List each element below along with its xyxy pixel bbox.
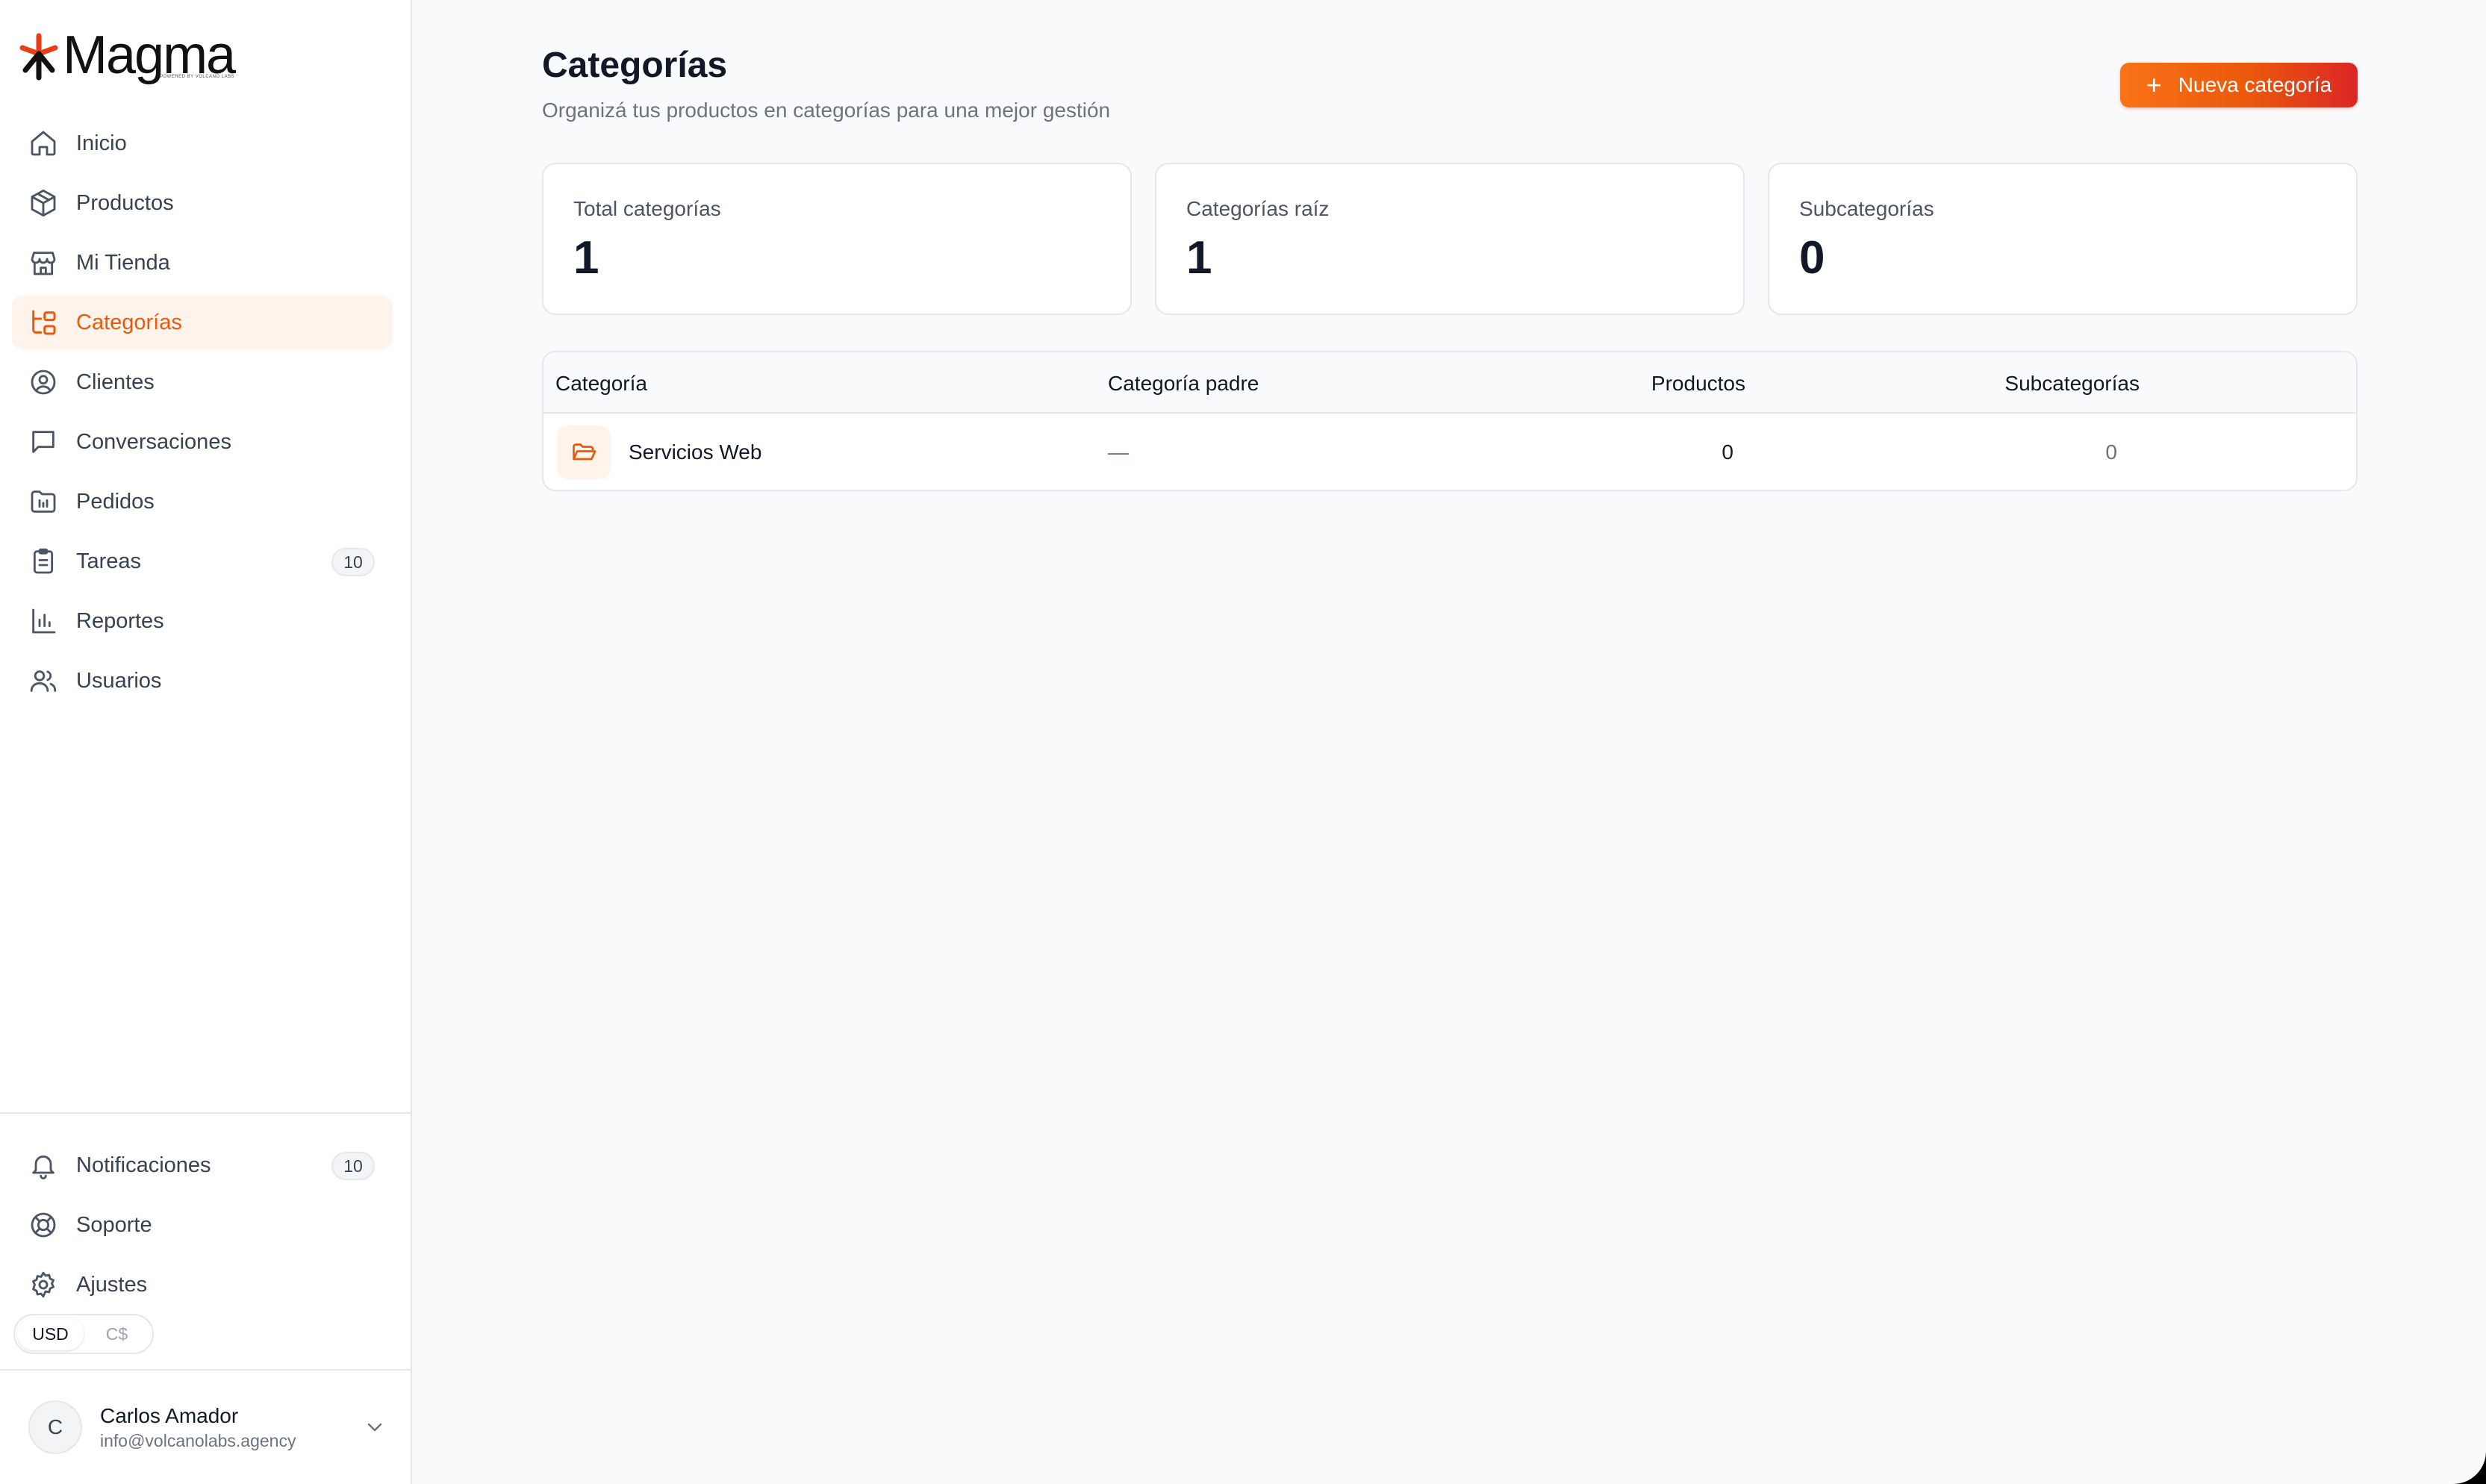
sidebar: Magma POWERED BY VOLCANO LABS Inicio Pro…	[0, 0, 412, 1484]
sidebar-item-label: Notificaciones	[76, 1153, 211, 1177]
column-header-subcategories[interactable]: Subcategorías	[1738, 372, 2140, 396]
sidebar-item-ajustes[interactable]: Ajustes	[12, 1258, 393, 1312]
sidebar-item-notificaciones[interactable]: Notificaciones 10	[12, 1138, 393, 1192]
table-header: Categoría Categoría padre Productos Subc…	[543, 352, 2356, 414]
plus-icon: +	[2146, 69, 2162, 100]
page-subtitle: Organizá tus productos en categorías par…	[542, 99, 1111, 122]
sidebar-item-conversaciones[interactable]: Conversaciones	[12, 415, 393, 469]
stats-row: Total categorías 1 Categorías raíz 1 Sub…	[542, 163, 2358, 315]
sidebar-item-mi-tienda[interactable]: Mi Tienda	[12, 236, 393, 290]
currency-option-cordoba[interactable]: C$	[84, 1318, 150, 1350]
sidebar-item-label: Inicio	[76, 131, 127, 155]
home-icon	[28, 128, 58, 158]
categories-table: Categoría Categoría padre Productos Subc…	[542, 351, 2358, 491]
stat-card-subcategories: Subcategorías 0	[1768, 163, 2358, 315]
sidebar-divider	[0, 1112, 411, 1114]
notifications-count-badge: 10	[331, 1152, 375, 1180]
avatar: C	[28, 1400, 82, 1454]
stat-value: 0	[1799, 232, 1825, 284]
box-icon	[28, 188, 58, 218]
sidebar-item-usuarios[interactable]: Usuarios	[12, 654, 393, 708]
sidebar-item-label: Mi Tienda	[76, 250, 170, 275]
sidebar-item-reportes[interactable]: Reportes	[12, 594, 393, 648]
sidebar-item-label: Ajustes	[76, 1272, 148, 1297]
bar-chart-icon	[28, 606, 58, 636]
page-title: Categorías	[542, 46, 728, 85]
user-email: info@volcanolabs.agency	[100, 1431, 296, 1450]
user-name: Carlos Amador	[100, 1404, 239, 1427]
sidebar-item-productos[interactable]: Productos	[12, 176, 393, 230]
category-products-count: 0	[1722, 440, 1733, 464]
sidebar-bottom-nav: Notificaciones 10 Soporte Ajustes	[12, 1138, 393, 1318]
sidebar-item-inicio[interactable]: Inicio	[12, 116, 393, 170]
sidebar-item-label: Soporte	[76, 1212, 152, 1237]
bell-icon	[28, 1150, 58, 1180]
user-divider	[0, 1369, 411, 1371]
stat-label: Categorías raíz	[1186, 197, 1330, 220]
user-circle-icon	[28, 367, 58, 397]
folder-open-icon	[557, 425, 611, 479]
category-name[interactable]: Servicios Web	[629, 440, 761, 464]
new-category-button[interactable]: + Nueva categoría	[2120, 63, 2358, 107]
stat-card-root: Categorías raíz 1	[1155, 163, 1745, 315]
sidebar-item-label: Conversaciones	[76, 429, 231, 454]
column-header-category[interactable]: Categoría	[555, 372, 647, 396]
stat-value: 1	[573, 232, 599, 284]
sidebar-item-pedidos[interactable]: Pedidos	[12, 475, 393, 529]
table-row[interactable]: Servicios Web — 0 0	[543, 414, 2356, 490]
sidebar-item-label: Usuarios	[76, 668, 162, 693]
brand-logo[interactable]: Magma POWERED BY VOLCANO LABS	[16, 28, 236, 82]
sidebar-item-label: Clientes	[76, 370, 155, 394]
sidebar-item-label: Reportes	[76, 608, 164, 633]
tasks-count-badge: 10	[331, 548, 375, 576]
sidebar-item-label: Pedidos	[76, 489, 155, 514]
currency-toggle: USD C$	[13, 1314, 154, 1354]
stat-label: Total categorías	[573, 197, 721, 220]
life-buoy-icon	[28, 1210, 58, 1240]
column-header-products[interactable]: Productos	[1372, 372, 1745, 396]
stat-card-total: Total categorías 1	[542, 163, 1132, 315]
sidebar-item-tareas[interactable]: Tareas 10	[12, 534, 393, 588]
sidebar-item-label: Tareas	[76, 549, 142, 573]
category-subcategories-count: 0	[2105, 440, 2117, 464]
sidebar-item-soporte[interactable]: Soporte	[12, 1198, 393, 1252]
sidebar-item-categorias[interactable]: Categorías	[12, 296, 393, 349]
store-icon	[28, 248, 58, 278]
currency-option-usd[interactable]: USD	[17, 1318, 84, 1350]
column-header-parent[interactable]: Categoría padre	[1108, 372, 1259, 396]
category-tree-icon	[28, 308, 58, 337]
orders-icon	[28, 487, 58, 517]
brand-tagline: POWERED BY VOLCANO LABS	[160, 75, 235, 79]
gear-icon	[28, 1270, 58, 1300]
sidebar-item-label: Categorías	[76, 310, 182, 334]
users-icon	[28, 666, 58, 696]
message-square-icon	[28, 427, 58, 457]
chevron-down-icon	[367, 1423, 382, 1432]
category-parent: —	[1108, 440, 1129, 464]
user-menu[interactable]: C Carlos Amador info@volcanolabs.agency	[28, 1399, 387, 1456]
sidebar-item-clientes[interactable]: Clientes	[12, 355, 393, 409]
stat-value: 1	[1186, 232, 1212, 284]
sidebar-nav: Inicio Productos Mi Tienda Categorías Cl…	[12, 116, 393, 714]
main-content: Categorías Organizá tus productos en cat…	[412, 0, 2486, 1484]
new-category-label: Nueva categoría	[2178, 73, 2332, 96]
stat-label: Subcategorías	[1799, 197, 1934, 220]
sidebar-item-label: Productos	[76, 190, 174, 215]
magma-logo-icon	[19, 33, 58, 81]
clipboard-icon	[28, 546, 58, 576]
app-window: Magma POWERED BY VOLCANO LABS Inicio Pro…	[0, 0, 2486, 1484]
